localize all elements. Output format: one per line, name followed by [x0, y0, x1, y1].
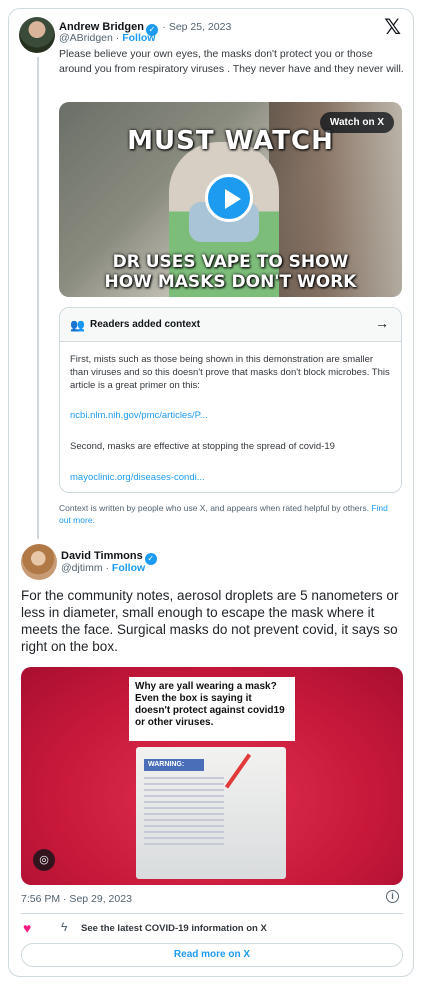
video-player[interactable]: MUST WATCH DR USES VAPE TO SHOW HOW MASK…	[59, 102, 402, 297]
author-handle[interactable]: @djtimm	[61, 562, 103, 574]
embedded-tweet-card: Andrew Bridgen ✓ · Sep 25, 2023 @ABridgen…	[8, 8, 414, 977]
video-caption-overlay: DR USES VAPE TO SHOW HOW MASKS DON'T WOR…	[59, 252, 402, 292]
red-arrow-icon	[224, 753, 252, 789]
note-link[interactable]: mayoclinic.org/diseases-condi...	[70, 472, 205, 483]
follow-link[interactable]: Follow	[122, 32, 155, 44]
avatar[interactable]	[19, 17, 55, 53]
author-name[interactable]: David Timmons	[61, 550, 143, 562]
video-caption-line: DR USES VAPE TO SHOW	[112, 252, 349, 272]
context-disclaimer-text: Context is written by people who use X, …	[59, 503, 369, 513]
divider	[21, 913, 403, 914]
verified-badge-icon: ✓	[144, 553, 157, 565]
image-caption: Why are yall wearing a mask? Even the bo…	[129, 677, 295, 741]
read-more-button[interactable]: Read more on X	[21, 943, 403, 967]
heart-icon[interactable]: ♥	[23, 920, 31, 936]
tweet-timestamp[interactable]: 7:56 PM · Sep 29, 2023	[21, 893, 132, 905]
note-paragraph: Second, masks are effective at stopping …	[70, 441, 335, 452]
tweet-date[interactable]: · Sep 25, 2023	[162, 21, 231, 33]
community-note[interactable]: 👥 Readers added context → First, mists s…	[59, 307, 402, 493]
community-note-header[interactable]: 👥 Readers added context →	[60, 308, 401, 342]
play-icon[interactable]	[205, 174, 253, 222]
separator: ·	[115, 32, 120, 44]
bolt-icon: ϟ	[61, 920, 68, 934]
avatar[interactable]	[21, 544, 57, 580]
tweet-image[interactable]: Why are yall wearing a mask? Even the bo…	[21, 667, 403, 885]
context-disclaimer: Context is written by people who use X, …	[59, 502, 399, 526]
follow-link[interactable]: Follow	[112, 562, 145, 574]
tweet-text: Please believe your own eyes, the masks …	[59, 48, 404, 75]
community-note-title: Readers added context	[90, 319, 201, 330]
tweet-text: For the community notes, aerosol droplet…	[21, 588, 399, 654]
box-text-lines	[144, 777, 224, 847]
separator: ·	[105, 562, 110, 574]
arrow-right-icon[interactable]: →	[375, 315, 389, 331]
box-warning-label: WARNING:	[144, 759, 204, 771]
covid-info-link[interactable]: See the latest COVID-19 information on X	[81, 923, 267, 934]
note-link[interactable]: ncbi.nlm.nih.gov/pmc/articles/P...	[70, 410, 208, 421]
camera-icon[interactable]: ◎	[33, 849, 55, 871]
tweet2-handle-row: @djtimm · Follow	[61, 562, 145, 574]
watch-on-x-button[interactable]: Watch on X	[319, 112, 394, 133]
video-caption-line: HOW MASKS DON'T WORK	[104, 272, 357, 292]
tweet1-handle-row: @ABridgen · Follow	[59, 32, 155, 44]
thread-connector	[37, 57, 39, 539]
info-icon[interactable]: i	[386, 890, 399, 903]
author-handle[interactable]: @ABridgen	[59, 32, 113, 44]
mask-box-image: WARNING:	[136, 747, 286, 879]
note-paragraph: First, mists such as those being shown i…	[70, 354, 390, 391]
x-logo-icon[interactable]: 𝕏	[384, 15, 401, 39]
people-icon: 👥	[70, 318, 85, 332]
